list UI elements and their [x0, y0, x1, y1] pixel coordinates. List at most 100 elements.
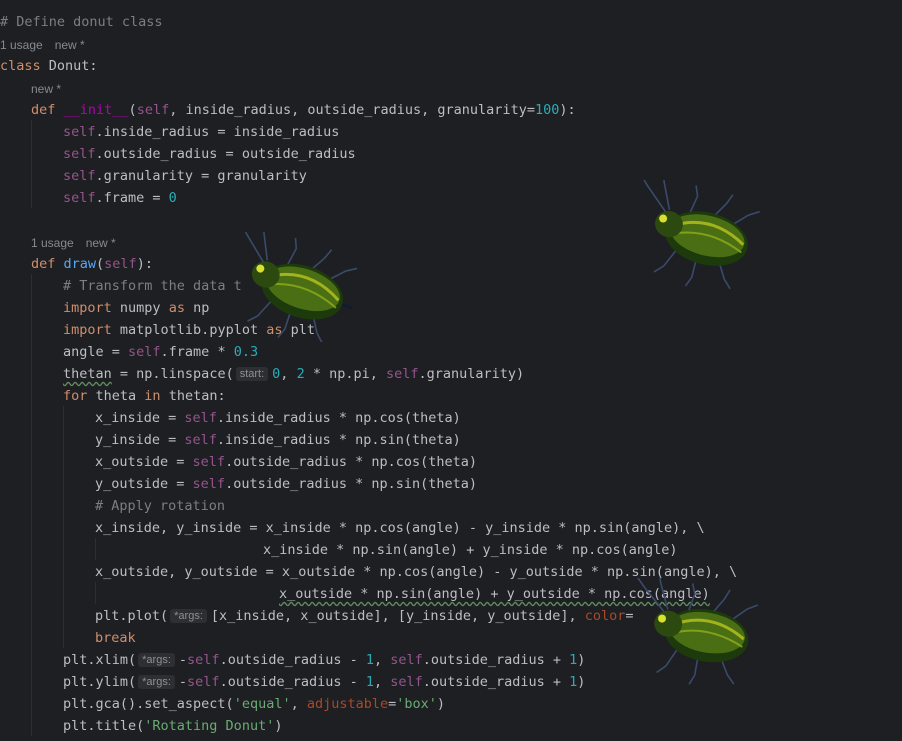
code-line[interactable]: y_inside = self.inside_radius * np.sin(t…	[95, 429, 461, 451]
indent-guide	[95, 582, 96, 604]
code-line-init[interactable]: def __init__(self, inside_radius, outsid…	[31, 99, 576, 121]
number: 1	[365, 652, 375, 668]
code-text: x_outside =	[95, 454, 193, 470]
string: 'Rotating Donut'	[144, 718, 275, 734]
keyword: in	[144, 388, 161, 404]
code-line-1[interactable]: # Define donut class	[0, 11, 163, 33]
self-keyword: self	[63, 190, 96, 206]
code-line[interactable]: for theta in thetan:	[63, 385, 226, 407]
code-line[interactable]: self.inside_radius = inside_radius	[63, 121, 339, 143]
code-line[interactable]: plt.ylim(*args: -self.outside_radius - 1,…	[63, 671, 585, 693]
code-text: .inside_radius = inside_radius	[95, 124, 340, 140]
paren: (	[128, 102, 137, 118]
class-name: Donut:	[40, 58, 98, 74]
code-text: plt.ylim(	[63, 674, 137, 690]
code-text: .outside_radius +	[422, 652, 570, 668]
leaf-beetle-icon	[239, 232, 358, 342]
number: 2	[296, 366, 305, 382]
code-line[interactable]: plt.title('Rotating Donut')	[63, 715, 282, 737]
self-keyword: self	[192, 476, 226, 492]
author-link[interactable]: new *	[31, 82, 61, 96]
code-text: thetan:	[160, 388, 226, 404]
code-line[interactable]: break	[95, 627, 136, 649]
code-text: .outside_radius -	[219, 674, 366, 690]
number: 0	[168, 190, 177, 206]
code-line[interactable]: y_outside = self.outside_radius * np.sin…	[95, 473, 477, 495]
code-editor[interactable]: # Define donut class 1 usage new * class …	[0, 0, 902, 741]
self-keyword: self	[192, 454, 226, 470]
code-text: x_inside =	[95, 410, 185, 426]
code-line[interactable]: # Apply rotation	[95, 495, 225, 517]
code-line[interactable]: plt.xlim(*args: -self.outside_radius - 1,…	[63, 649, 585, 671]
code-text: * np.pi,	[304, 366, 386, 382]
usage-count-link[interactable]: 1 usage	[31, 236, 74, 250]
code-line[interactable]: plt.plot(*args: [x_inside, x_outside], [y…	[95, 605, 634, 627]
number: 100	[534, 102, 560, 118]
code-text: )	[436, 696, 446, 712]
codelens-author[interactable]: new *	[31, 78, 61, 100]
code-text: = np.linspace(	[111, 366, 234, 382]
self-keyword: self	[128, 344, 161, 360]
code-line[interactable]: plt.gca().set_aspect('equal', adjustable…	[63, 693, 445, 715]
self-keyword: self	[184, 410, 217, 426]
code-text: )	[274, 718, 283, 734]
code-line[interactable]: self.frame = 0	[63, 187, 177, 209]
code-line-draw[interactable]: def draw(self):	[31, 253, 153, 275]
self-keyword: self	[63, 124, 96, 140]
codelens-usages[interactable]: 1 usage new *	[0, 34, 85, 56]
code-text: -	[178, 652, 188, 668]
function-name: __init__	[63, 102, 129, 118]
code-text: .frame *	[160, 344, 234, 360]
code-line-class[interactable]: class Donut:	[0, 55, 98, 77]
code-text: .outside_radius +	[422, 674, 570, 690]
self-keyword: self	[184, 432, 217, 448]
param-hint-args: *args:	[170, 609, 207, 623]
code-text: plt.xlim(	[63, 652, 137, 668]
code-text: .inside_radius * np.cos(theta)	[216, 410, 461, 426]
paren: (	[96, 256, 105, 272]
code-line[interactable]: x_inside * np.sin(angle) + y_inside * np…	[263, 539, 678, 561]
self-keyword: self	[390, 652, 423, 668]
code-line[interactable]: x_inside, y_inside = x_inside * np.cos(a…	[95, 517, 705, 539]
code-text: x_inside * np.sin(angle) + y_inside * np…	[263, 542, 678, 558]
keyword: break	[95, 630, 136, 646]
code-text: ,	[290, 696, 307, 712]
code-line[interactable]: self.outside_radius = outside_radius	[63, 143, 356, 165]
code-text: )	[577, 652, 586, 668]
comment: # Define donut class	[0, 14, 163, 30]
code-text: .frame =	[95, 190, 169, 206]
author-link[interactable]: new *	[55, 38, 85, 52]
code-text: ,	[280, 366, 297, 382]
keyword: def	[31, 102, 64, 118]
function-name: draw	[63, 256, 97, 272]
keyword: as	[168, 300, 185, 316]
self-keyword: self	[187, 674, 220, 690]
code-text: ,	[374, 652, 391, 668]
code-text: y_outside =	[95, 476, 193, 492]
string: 'box'	[396, 696, 437, 712]
codelens-usages[interactable]: 1 usage new *	[31, 232, 116, 254]
keyword: for	[63, 388, 88, 404]
leaf-beetle-icon	[635, 578, 759, 685]
paren: ):	[136, 256, 153, 272]
code-line[interactable]: x_outside = self.outside_radius * np.cos…	[95, 451, 477, 473]
paren: ):	[559, 102, 576, 118]
code-text: .granularity)	[418, 366, 525, 382]
author-link[interactable]: new *	[86, 236, 116, 250]
code-text: .outside_radius * np.cos(theta)	[225, 454, 478, 470]
code-line[interactable]: x_inside = self.inside_radius * np.cos(t…	[95, 407, 461, 429]
self-keyword: self	[63, 168, 96, 184]
indent-guide	[95, 538, 96, 560]
code-line[interactable]: thetan = np.linspace(start: 0, 2 * np.pi,…	[63, 363, 524, 385]
param-hint-start: start:	[235, 367, 269, 381]
code-line[interactable]: angle = self.frame * 0.3	[63, 341, 258, 363]
code-line[interactable]: import numpy as np	[63, 297, 209, 319]
code-line[interactable]: self.granularity = granularity	[63, 165, 307, 187]
self-keyword: self	[136, 102, 170, 118]
leaf-beetle-icon	[639, 180, 760, 290]
usage-count-link[interactable]: 1 usage	[0, 38, 43, 52]
code-text: angle =	[63, 344, 129, 360]
alias: np	[184, 300, 210, 316]
indent-guide	[31, 120, 32, 208]
code-text: .granularity = granularity	[95, 168, 307, 184]
